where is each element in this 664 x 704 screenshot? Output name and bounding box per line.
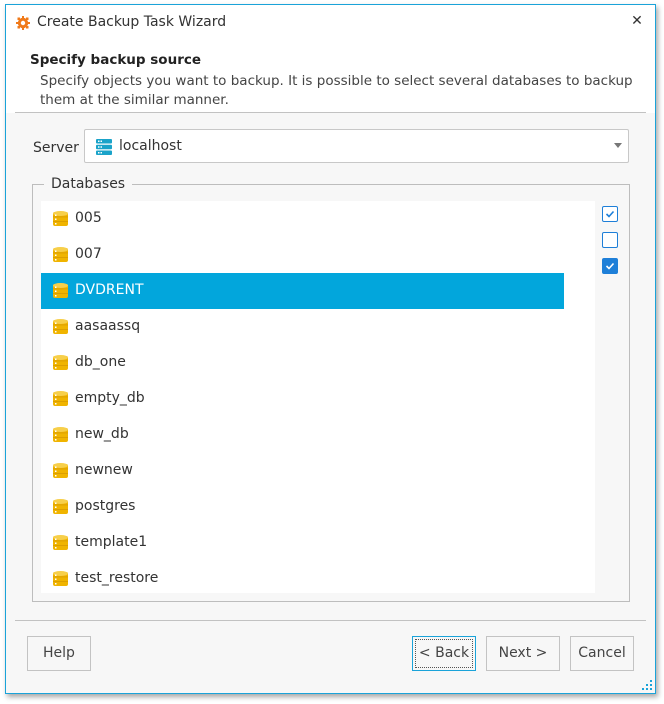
help-button[interactable]: Help xyxy=(27,636,91,671)
database-name: db_one xyxy=(75,354,126,370)
database-list-item[interactable]: db_one xyxy=(41,345,564,381)
database-icon xyxy=(53,283,68,298)
database-icon xyxy=(53,463,68,478)
database-icon xyxy=(53,211,68,226)
database-icon xyxy=(53,391,68,406)
database-list[interactable]: test_restore template1 postgres newnew new_d… xyxy=(41,201,595,593)
checkmark-icon xyxy=(605,262,615,270)
next-button[interactable]: Next > xyxy=(486,636,560,671)
footer-divider xyxy=(15,620,646,621)
database-list-item[interactable]: template1 xyxy=(41,525,564,561)
database-icon xyxy=(53,499,68,514)
database-list-item[interactable]: newnew xyxy=(41,453,564,489)
server-label: Server xyxy=(33,140,79,156)
database-name: postgres xyxy=(75,498,136,514)
server-dropdown[interactable]: localhost xyxy=(84,129,629,163)
database-list-item[interactable]: 007 xyxy=(41,237,564,273)
database-icon xyxy=(53,355,68,370)
focus-rectangle xyxy=(415,639,473,668)
database-icon xyxy=(53,571,68,586)
database-name: template1 xyxy=(75,534,148,550)
database-icon xyxy=(53,319,68,334)
database-icon xyxy=(53,535,68,550)
database-name: 007 xyxy=(75,246,102,262)
chevron-down-icon[interactable] xyxy=(614,143,622,148)
close-button[interactable]: ✕ xyxy=(629,13,645,29)
database-name: empty_db xyxy=(75,390,145,406)
uncheck-all-button[interactable] xyxy=(602,232,618,248)
database-list-item[interactable]: aasaassq xyxy=(41,309,564,345)
database-name: newnew xyxy=(75,462,133,478)
window-title: Create Backup Task Wizard xyxy=(37,14,227,30)
close-icon: ✕ xyxy=(631,13,643,29)
server-value: localhost xyxy=(119,138,182,154)
database-icon xyxy=(53,247,68,262)
database-list-item[interactable]: test_restore xyxy=(41,561,564,593)
database-list-item[interactable]: 005 xyxy=(41,201,564,237)
database-list-item[interactable]: postgres xyxy=(41,489,564,525)
check-selected-button[interactable] xyxy=(602,258,618,274)
database-list-item[interactable]: empty_db xyxy=(41,381,564,417)
database-name: new_db xyxy=(75,426,129,442)
database-list-item[interactable]: DVDRENT xyxy=(41,273,564,309)
check-all-button[interactable] xyxy=(602,206,618,222)
checkmark-icon xyxy=(605,210,615,218)
resize-grip-icon[interactable] xyxy=(642,680,652,690)
database-name: test_restore xyxy=(75,570,159,586)
database-icon xyxy=(53,427,68,442)
title-bar: Create Backup Task Wizard ✕ xyxy=(6,5,655,39)
database-name: aasaassq xyxy=(75,318,141,334)
header-divider xyxy=(15,112,646,113)
step-description: Specify objects you want to backup. It i… xyxy=(40,73,633,108)
wizard-header: Specify backup source Specify objects yo… xyxy=(6,39,655,113)
gear-icon xyxy=(16,16,30,30)
databases-group-label: Databases xyxy=(44,176,133,192)
database-list-item[interactable]: new_db xyxy=(41,417,564,453)
cancel-button[interactable]: Cancel xyxy=(570,636,634,671)
database-name: 005 xyxy=(75,210,102,226)
back-button[interactable]: < Back xyxy=(412,636,476,671)
server-icon xyxy=(96,139,112,155)
step-title: Specify backup source xyxy=(30,52,202,68)
wizard-window: Create Backup Task Wizard ✕ Specify back… xyxy=(5,4,656,694)
database-name: DVDRENT xyxy=(75,282,144,298)
